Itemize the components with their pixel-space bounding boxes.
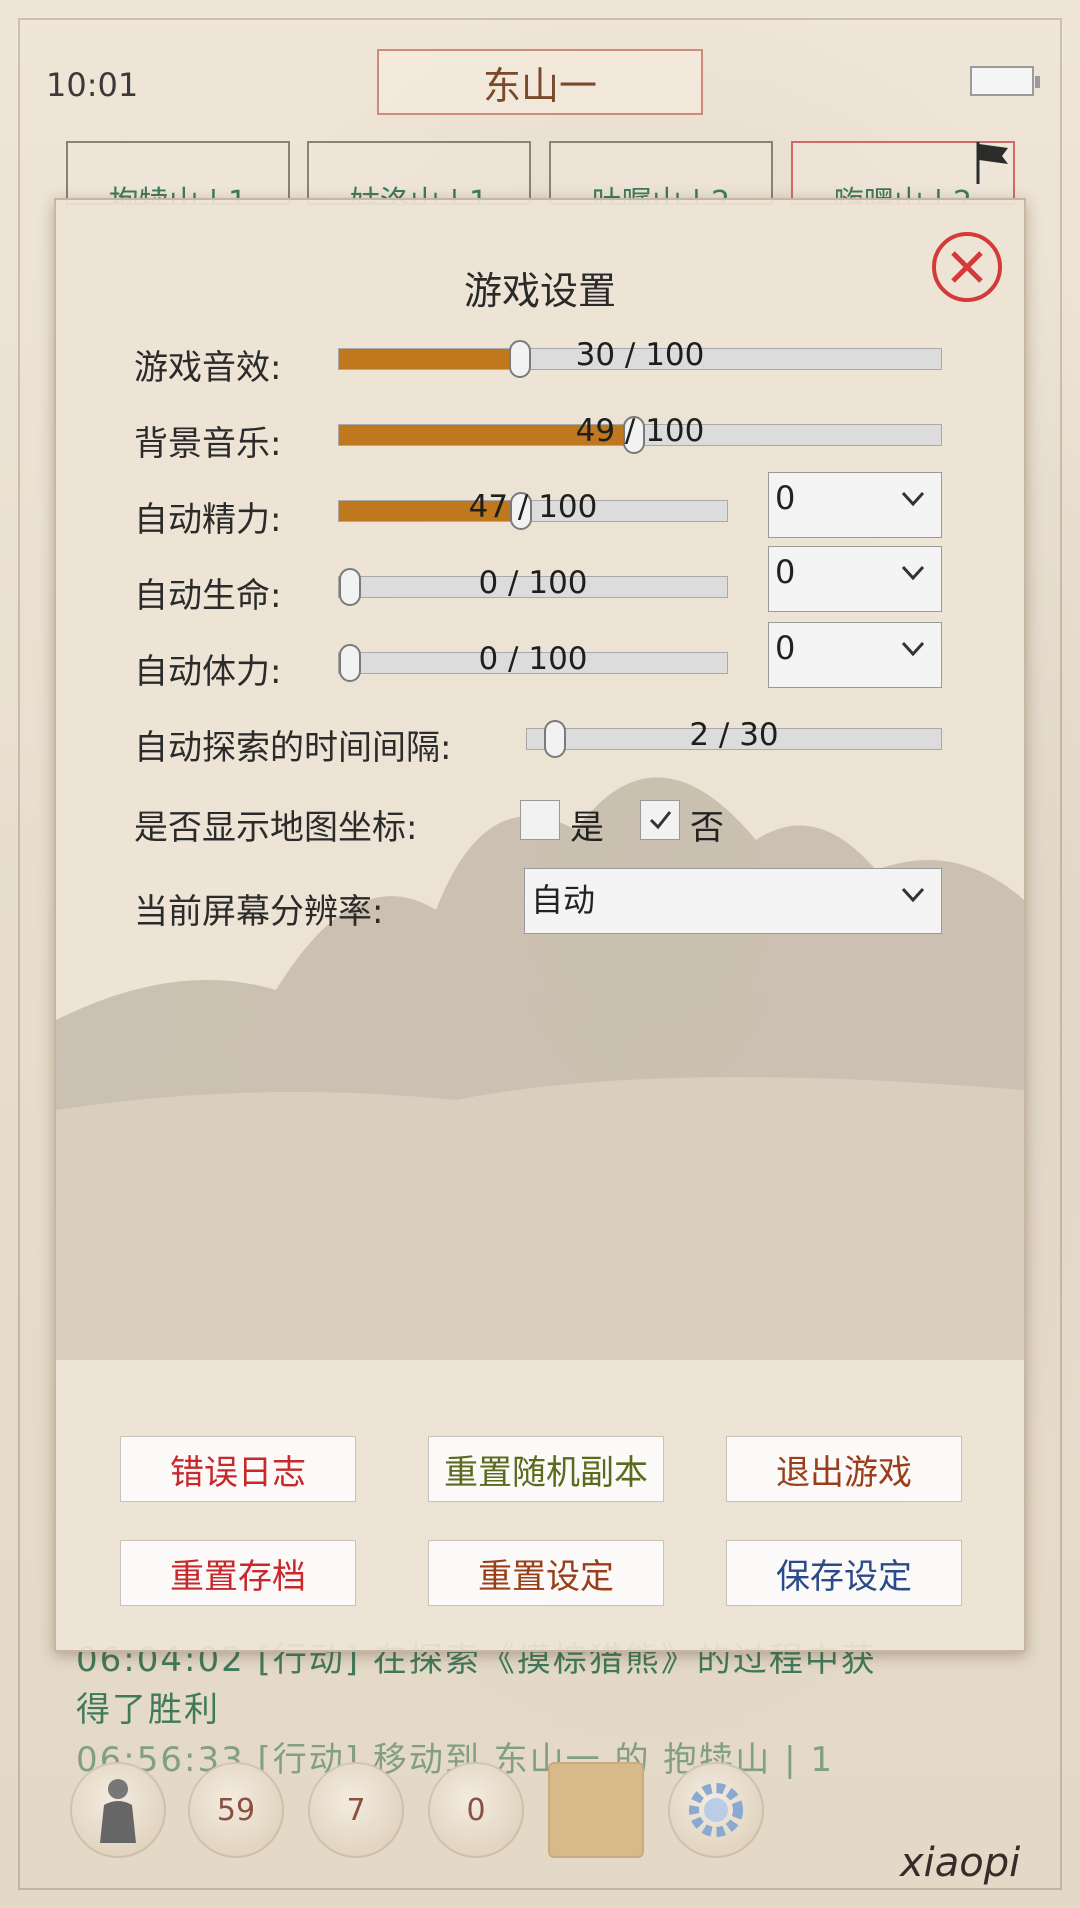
scroll-value: 0 bbox=[466, 1792, 486, 1828]
tab-guluo-mountain[interactable]: 姑洛山 | 1 bbox=[307, 141, 531, 205]
auto-energy-select-value: 0 bbox=[775, 479, 796, 517]
auto-stamina-slider[interactable]: 0 / 100 bbox=[338, 641, 728, 682]
chevron-down-icon bbox=[901, 641, 925, 657]
dialog-title: 游戏设置 bbox=[463, 269, 616, 313]
auto-stamina-label: 自动体力: bbox=[134, 652, 282, 692]
level-value: 59 bbox=[216, 1792, 256, 1828]
show-coords-label: 是否显示地图坐标: bbox=[134, 808, 418, 848]
settings-dialog: 游戏设置 游戏音效: 30 / 100 背景音乐: 49 / 100 自动精力:… bbox=[54, 198, 1026, 1652]
error-log-button[interactable]: 错误日志 bbox=[120, 1436, 356, 1502]
explore-interval-slider[interactable]: 2 / 30 bbox=[526, 717, 942, 758]
coords-yes-checkbox[interactable] bbox=[520, 800, 560, 840]
chevron-down-icon bbox=[901, 565, 925, 581]
bgm-label: 背景音乐: bbox=[134, 424, 282, 464]
sfx-label: 游戏音效: bbox=[134, 348, 282, 388]
battery-icon bbox=[970, 66, 1040, 96]
auto-life-slider[interactable]: 0 / 100 bbox=[338, 565, 728, 606]
quit-game-button[interactable]: 退出游戏 bbox=[726, 1436, 962, 1502]
auto-life-label: 自动生命: bbox=[134, 576, 282, 616]
resolution-label: 当前屏幕分辨率: bbox=[134, 892, 384, 932]
reset-dungeon-button[interactable]: 重置随机副本 bbox=[428, 1436, 664, 1502]
auto-energy-slider[interactable]: 47 / 100 bbox=[338, 489, 728, 530]
explore-interval-value: 2 / 30 bbox=[689, 717, 779, 753]
flag-icon bbox=[976, 142, 1008, 184]
character-icon[interactable] bbox=[70, 1762, 166, 1858]
wings-value: 7 bbox=[346, 1792, 366, 1828]
chevron-down-icon bbox=[901, 491, 925, 507]
auto-stamina-select-value: 0 bbox=[775, 629, 796, 667]
auto-energy-value: 47 / 100 bbox=[468, 489, 598, 525]
tab-tuzhu-mountain[interactable]: 吐嘱山 | 2 bbox=[549, 141, 773, 205]
auto-stamina-select[interactable]: 0 bbox=[768, 622, 942, 688]
wings-icon[interactable]: 7 bbox=[308, 1762, 404, 1858]
reset-settings-button[interactable]: 重置设定 bbox=[428, 1540, 664, 1606]
chevron-down-icon bbox=[901, 887, 925, 903]
coords-yes-label: 是 bbox=[570, 808, 604, 848]
reset-save-button[interactable]: 重置存档 bbox=[120, 1540, 356, 1606]
explore-interval-label: 自动探索的时间间隔: bbox=[134, 728, 452, 768]
bgm-slider[interactable]: 49 / 100 bbox=[338, 413, 942, 454]
level-badge-icon[interactable]: 59 bbox=[188, 1762, 284, 1858]
auto-life-value: 0 / 100 bbox=[478, 565, 588, 601]
coords-no-checkbox[interactable] bbox=[640, 800, 680, 840]
sfx-value: 30 / 100 bbox=[575, 337, 705, 373]
auto-energy-select[interactable]: 0 bbox=[768, 472, 942, 538]
auto-life-select-value: 0 bbox=[775, 553, 796, 591]
checkmark-icon bbox=[649, 811, 672, 830]
bgm-value: 49 / 100 bbox=[575, 413, 705, 449]
auto-energy-label: 自动精力: bbox=[134, 500, 282, 540]
auto-life-select[interactable]: 0 bbox=[768, 546, 942, 612]
watermark-logo: xiaopi bbox=[900, 1840, 1021, 1886]
auto-stamina-value: 0 / 100 bbox=[478, 641, 588, 677]
close-icon[interactable] bbox=[928, 228, 1006, 306]
map-icon[interactable] bbox=[548, 1762, 644, 1858]
resolution-select[interactable]: 自动 bbox=[524, 868, 942, 934]
save-settings-button[interactable]: 保存设定 bbox=[726, 1540, 962, 1606]
sfx-slider[interactable]: 30 / 100 bbox=[338, 337, 942, 378]
clock-time: 10:01 bbox=[46, 66, 139, 104]
coords-no-label: 否 bbox=[690, 808, 724, 848]
log-line: 得了胜利 bbox=[76, 1690, 220, 1730]
tab-baodu-mountain[interactable]: 抱犊山 | 1 bbox=[66, 141, 290, 205]
location-title[interactable]: 东山一 bbox=[377, 49, 703, 115]
resolution-select-value: 自动 bbox=[531, 881, 596, 919]
scroll-icon[interactable]: 0 bbox=[428, 1762, 524, 1858]
settings-gear-icon[interactable] bbox=[668, 1762, 764, 1858]
